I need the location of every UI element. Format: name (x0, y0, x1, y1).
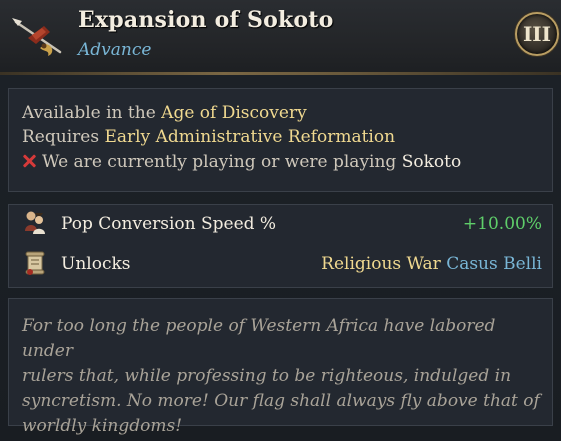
condition-line: We are currently playing or were playing… (22, 152, 461, 172)
flavor-line: rulers that, while professing to be righ… (22, 366, 512, 386)
requires-prefix: Requires (22, 127, 100, 147)
unlock-casus-belli-link[interactable]: Casus Belli (446, 254, 542, 274)
cross-icon (22, 154, 36, 168)
effect-label-unlocks: Unlocks (61, 254, 131, 274)
flavor-line: worldly kingdoms! (22, 416, 183, 436)
age-link[interactable]: Age of Discovery (161, 103, 307, 123)
tooltip-header: Expansion of Sokoto Advance III (0, 0, 561, 75)
tier-badge: III (515, 12, 559, 56)
scroll-icon (25, 251, 45, 275)
availability-prefix: Available in the (22, 103, 156, 123)
required-advance-link[interactable]: Early Administrative Reformation (104, 127, 395, 147)
effect-value-unlocks: Religious War Casus Belli (321, 254, 542, 274)
effect-value-pop-conversion: +10.00% (462, 214, 542, 234)
spear-advance-icon (12, 18, 62, 56)
unlock-religious-war-link[interactable]: Religious War (321, 254, 441, 274)
condition-country[interactable]: Sokoto (402, 152, 461, 172)
advance-tooltip: Expansion of Sokoto Advance III Availabl… (0, 0, 561, 441)
flavor-line: syncretism. No more! Our flag shall alwa… (22, 391, 540, 411)
header-divider (0, 72, 561, 75)
flavor-text: For too long the people of Western Afric… (22, 314, 547, 439)
requires-line: Requires Early Administrative Reformatio… (22, 127, 395, 147)
effect-label-pop-conversion: Pop Conversion Speed % (61, 214, 277, 234)
condition-text: We are currently playing or were playing (42, 152, 397, 172)
advance-type-label: Advance (78, 40, 152, 60)
flavor-line: For too long the people of Western Afric… (22, 316, 496, 361)
availability-line: Available in the Age of Discovery (22, 103, 307, 123)
advance-title: Expansion of Sokoto (78, 7, 334, 33)
population-icon (25, 211, 45, 234)
